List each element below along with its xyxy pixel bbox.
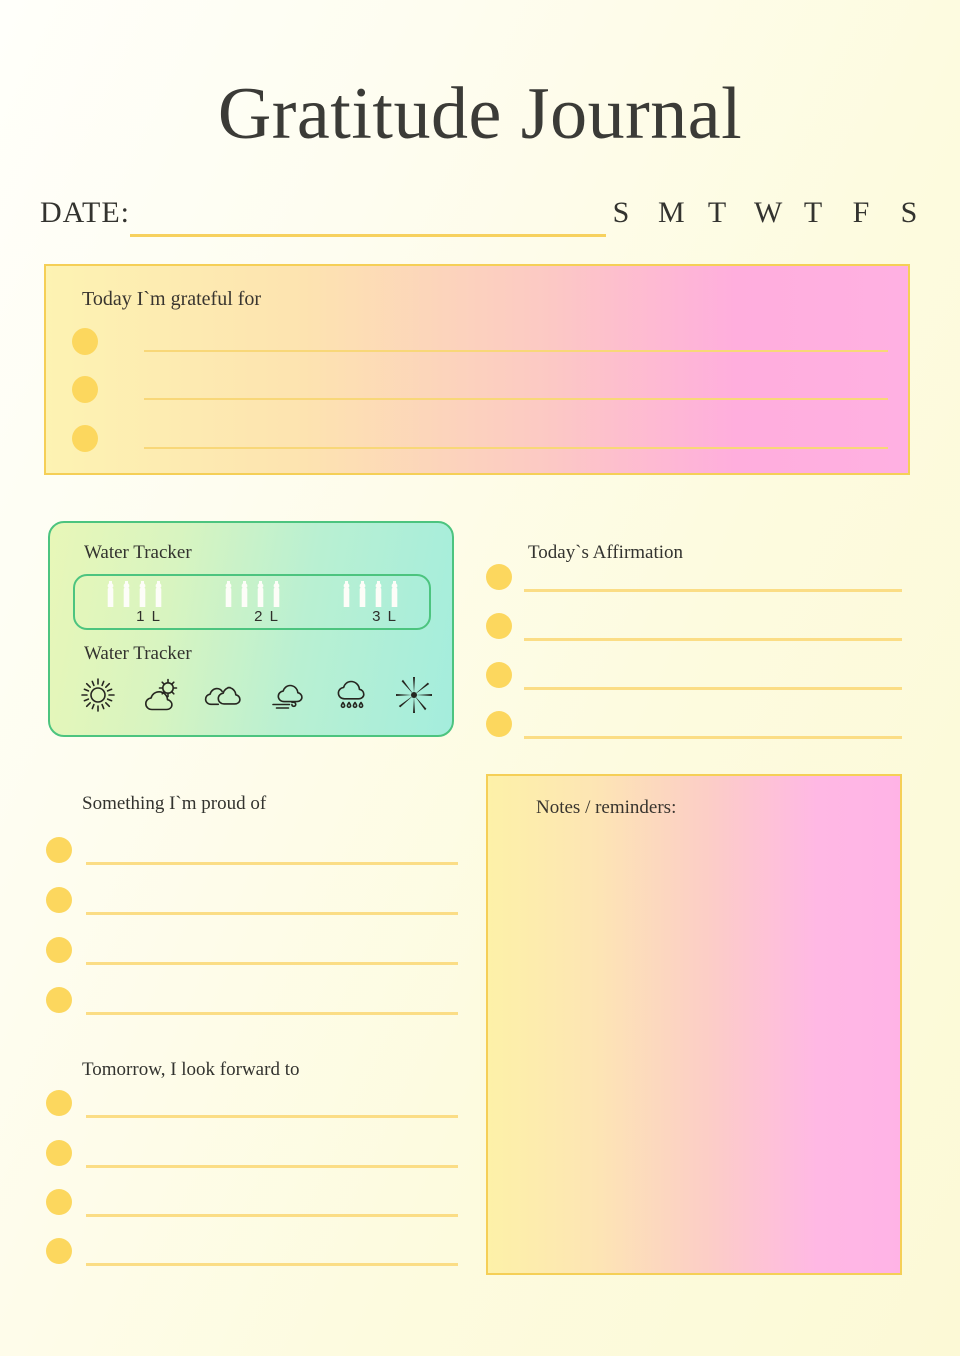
weather-tracker-heading: Water Tracker — [84, 643, 192, 664]
weekday-wednesday[interactable]: W — [754, 196, 782, 230]
notes-heading: Notes / reminders: — [536, 797, 677, 818]
affirmation-input-line[interactable] — [524, 736, 902, 739]
affirmation-row — [486, 662, 902, 690]
journal-page: Gratitude Journal DATE: S M T W T F S To… — [0, 0, 960, 1356]
page-title: Gratitude Journal — [217, 73, 743, 155]
bottle-box: 1 L 2 L 3 L — [73, 574, 431, 630]
tomorrow-row — [46, 1090, 458, 1118]
water-tracker-card: Water Tracker 1 L 2 L 3 L Water Tracker — [48, 521, 454, 737]
water-bottle-icon[interactable] — [239, 581, 250, 607]
rainy-icon[interactable] — [331, 675, 371, 715]
bottle-row — [223, 581, 282, 607]
weather-icon-row — [66, 675, 446, 715]
water-bottle-icon[interactable] — [105, 581, 116, 607]
partly-cloudy-icon[interactable] — [141, 675, 181, 715]
water-bottle-icon[interactable] — [137, 581, 148, 607]
bullet-dot — [46, 887, 72, 913]
bottle-group-2l: 2 L — [223, 581, 282, 625]
proud-of-heading: Something I`m proud of — [82, 793, 267, 814]
gratitude-row — [72, 328, 888, 355]
bullet-dot — [486, 613, 512, 639]
cloudy-icon[interactable] — [204, 675, 244, 715]
gratitude-input-line[interactable] — [144, 447, 888, 449]
bullet-dot — [486, 662, 512, 688]
liter-label: 1 L — [136, 608, 162, 625]
bullet-dot — [46, 937, 72, 963]
date-input-line[interactable] — [130, 234, 606, 237]
bullet-dot — [72, 328, 98, 355]
tomorrow-heading: Tomorrow, I look forward to — [82, 1059, 300, 1080]
affirmation-row — [486, 613, 902, 641]
tomorrow-input-line[interactable] — [86, 1214, 458, 1217]
bullet-dot — [46, 1189, 72, 1215]
windy-icon[interactable] — [268, 675, 308, 715]
affirmation-input-line[interactable] — [524, 638, 902, 641]
affirmation-input-line[interactable] — [524, 589, 902, 592]
gratitude-section: Today I`m grateful for — [44, 264, 910, 475]
tomorrow-input-line[interactable] — [86, 1165, 458, 1168]
gratitude-heading: Today I`m grateful for — [82, 288, 262, 310]
bottle-group-3l: 3 L — [341, 581, 400, 625]
tomorrow-row — [46, 1189, 458, 1217]
water-bottle-icon[interactable] — [373, 581, 384, 607]
bullet-dot — [46, 1238, 72, 1264]
water-bottle-icon[interactable] — [389, 581, 400, 607]
notes-section[interactable]: Notes / reminders: — [486, 774, 902, 1275]
bottle-row — [105, 581, 164, 607]
affirmation-row — [486, 711, 902, 739]
gratitude-row — [72, 425, 888, 452]
proud-of-row — [46, 887, 458, 915]
bullet-dot — [46, 1090, 72, 1116]
bottle-group-1l: 1 L — [105, 581, 164, 625]
liter-label: 2 L — [254, 608, 280, 625]
water-bottle-icon[interactable] — [121, 581, 132, 607]
proud-of-input-line[interactable] — [86, 862, 458, 865]
bullet-dot — [46, 837, 72, 863]
affirmation-row — [486, 564, 902, 592]
proud-of-row — [46, 837, 458, 865]
proud-of-input-line[interactable] — [86, 1012, 458, 1015]
bullet-dot — [46, 1140, 72, 1166]
bullet-dot — [72, 425, 98, 452]
tomorrow-row — [46, 1140, 458, 1168]
affirmation-input-line[interactable] — [524, 687, 902, 690]
bullet-dot — [486, 711, 512, 737]
bullet-dot — [72, 376, 98, 403]
tomorrow-row — [46, 1238, 458, 1266]
bottle-row — [341, 581, 400, 607]
proud-of-row — [46, 937, 458, 965]
gratitude-input-line[interactable] — [144, 350, 888, 352]
water-tracker-heading: Water Tracker — [84, 542, 192, 563]
bullet-dot — [46, 987, 72, 1013]
weekday-friday[interactable]: F — [850, 196, 872, 230]
bullet-dot — [486, 564, 512, 590]
proud-of-input-line[interactable] — [86, 962, 458, 965]
liter-label: 3 L — [372, 608, 398, 625]
tomorrow-input-line[interactable] — [86, 1115, 458, 1118]
water-bottle-icon[interactable] — [357, 581, 368, 607]
sun-icon[interactable] — [78, 675, 118, 715]
water-bottle-icon[interactable] — [271, 581, 282, 607]
weekday-sunday[interactable]: S — [610, 196, 632, 230]
weekday-tuesday[interactable]: T — [706, 196, 728, 230]
water-bottle-icon[interactable] — [341, 581, 352, 607]
gratitude-input-line[interactable] — [144, 398, 888, 400]
date-label: DATE: — [40, 196, 130, 229]
gratitude-row — [72, 376, 888, 403]
proud-of-input-line[interactable] — [86, 912, 458, 915]
affirmation-heading: Today`s Affirmation — [528, 542, 684, 563]
tomorrow-input-line[interactable] — [86, 1263, 458, 1266]
weekday-thursday[interactable]: T — [802, 196, 824, 230]
proud-of-row — [46, 987, 458, 1015]
snowflake-icon[interactable] — [394, 675, 434, 715]
water-bottle-icon[interactable] — [223, 581, 234, 607]
water-bottle-icon[interactable] — [153, 581, 164, 607]
water-bottle-icon[interactable] — [255, 581, 266, 607]
weekday-saturday[interactable]: S — [898, 196, 920, 230]
weekday-monday[interactable]: M — [658, 196, 685, 230]
weekday-selector: S M T W T F S — [610, 196, 920, 230]
